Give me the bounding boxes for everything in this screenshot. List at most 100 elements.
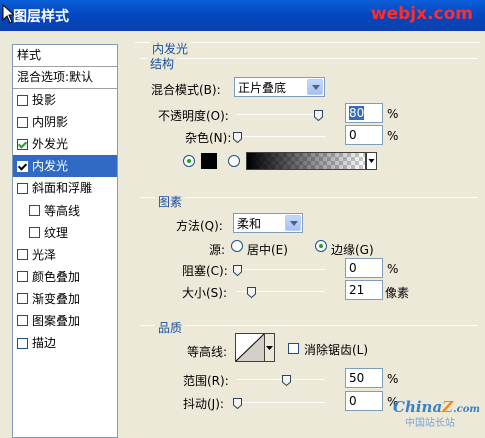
source-edge-radio[interactable]	[315, 240, 327, 252]
style-item[interactable]: 等高线	[13, 199, 117, 221]
choke-unit: %	[387, 262, 399, 276]
style-item-label: 纹理	[44, 225, 69, 240]
logo-sub: 中国站长站	[405, 418, 455, 429]
noise-slider-thumb[interactable]	[233, 132, 242, 143]
noise-unit: %	[387, 129, 399, 143]
style-item[interactable]: 光泽	[13, 244, 117, 266]
style-item[interactable]: 纹理	[13, 222, 117, 244]
style-item-label: 光泽	[32, 247, 57, 262]
noise-input[interactable]: 0	[345, 125, 383, 145]
size-unit: 像素	[385, 286, 410, 300]
opacity-slider-thumb[interactable]	[314, 110, 323, 121]
gradient-mode-radio[interactable]	[228, 155, 240, 167]
style-checkbox[interactable]	[17, 337, 28, 349]
style-item-label: 投影	[32, 93, 57, 108]
china-z-logo: ChinaZ.com 中国站长站	[393, 398, 480, 429]
style-checkbox[interactable]	[17, 160, 28, 172]
range-unit: %	[387, 372, 399, 386]
style-list-header[interactable]: 样式	[13, 45, 117, 67]
source-center-radio[interactable]	[231, 240, 243, 252]
contour-label: 等高线:	[187, 345, 228, 359]
style-item[interactable]: 内阴影	[13, 111, 117, 133]
color-mode-radio[interactable]	[183, 155, 195, 167]
style-checkbox[interactable]	[17, 315, 28, 327]
size-slider-thumb[interactable]	[247, 287, 256, 298]
contour-preview[interactable]	[235, 333, 265, 362]
choke-input[interactable]: 0	[345, 258, 383, 278]
style-checkbox[interactable]	[17, 182, 28, 194]
style-item-label: 内发光	[32, 159, 69, 174]
opacity-input[interactable]: 80	[345, 103, 383, 123]
style-item[interactable]: 图案叠加	[13, 310, 117, 332]
jitter-slider-thumb[interactable]	[233, 398, 242, 409]
structure-separator	[140, 58, 478, 59]
style-item-label: 颜色叠加	[32, 269, 81, 284]
window-title: 图层样式	[13, 9, 69, 25]
contour-dropdown[interactable]	[265, 333, 275, 362]
style-item-label: 图案叠加	[32, 313, 81, 328]
choke-slider-track	[237, 269, 325, 270]
noise-slider-track	[237, 136, 325, 137]
style-item-label: 渐变叠加	[32, 291, 81, 306]
title-bar: 图层样式 webjx.com	[0, 0, 485, 31]
style-checkbox[interactable]	[29, 227, 40, 239]
size-label: 大小(S):	[182, 286, 228, 300]
style-checkbox[interactable]	[17, 249, 28, 261]
antialias-label[interactable]: 消除锯齿(L)	[304, 341, 368, 358]
quality-separator	[140, 325, 478, 326]
style-checkbox[interactable]	[17, 94, 28, 106]
source-center-label[interactable]: 居中(E)	[247, 241, 288, 258]
method-value: 柔和	[237, 216, 262, 231]
style-checkbox[interactable]	[29, 205, 40, 217]
method-select[interactable]: 柔和	[233, 213, 303, 233]
chevron-down-icon	[266, 346, 273, 350]
style-list: 样式 混合选项:默认 投影内阴影外发光内发光斜面和浮雕等高线纹理光泽颜色叠加渐变…	[12, 44, 118, 438]
style-item-label: 斜面和浮雕	[32, 181, 93, 196]
jitter-input[interactable]: 0	[345, 391, 383, 411]
jitter-label: 抖动(J):	[183, 397, 224, 411]
range-label: 范围(R):	[183, 374, 229, 388]
opacity-unit: %	[387, 107, 399, 121]
elements-title: 图素	[155, 193, 186, 210]
size-input[interactable]: 21	[345, 280, 383, 300]
structure-title: 结构	[147, 55, 178, 72]
glow-color-swatch[interactable]	[201, 153, 217, 169]
style-item[interactable]: 描边	[13, 332, 117, 354]
style-item[interactable]: 内发光	[13, 155, 117, 178]
style-item[interactable]: 斜面和浮雕	[13, 177, 117, 199]
range-slider-thumb[interactable]	[282, 375, 291, 386]
source-edge-label[interactable]: 边缘(G)	[331, 241, 374, 258]
range-slider-track	[237, 379, 325, 380]
blend-options-item[interactable]: 混合选项:默认	[13, 67, 117, 89]
chevron-down-icon	[285, 215, 301, 231]
jitter-slider-track	[237, 402, 325, 403]
noise-label: 杂色(N):	[185, 131, 232, 145]
method-label: 方法(Q):	[176, 219, 223, 233]
style-item[interactable]: 投影	[13, 89, 117, 111]
blend-mode-select[interactable]: 正片叠底	[234, 77, 325, 97]
style-checkbox[interactable]	[17, 138, 28, 150]
gradient-dropdown[interactable]	[366, 152, 377, 170]
style-item-label: 内阴影	[32, 115, 69, 130]
style-checkbox[interactable]	[17, 116, 28, 128]
antialias-checkbox[interactable]	[288, 343, 299, 354]
source-label: 源:	[209, 243, 226, 257]
elements-separator	[140, 197, 478, 198]
gradient-picker[interactable]	[246, 152, 377, 170]
style-item[interactable]: 外发光	[13, 133, 117, 155]
style-checkbox[interactable]	[17, 293, 28, 305]
quality-title: 品质	[155, 319, 186, 336]
inner-glow-panel: 内发光 结构 混合模式(B): 正片叠底 不透明度(O): 80 % 杂色(N)…	[125, 31, 485, 438]
choke-slider-thumb[interactable]	[233, 265, 242, 276]
watermark-site: webjx.com	[370, 4, 473, 24]
style-item-label: 等高线	[44, 203, 81, 218]
chevron-down-icon	[368, 159, 375, 163]
style-checkbox[interactable]	[17, 271, 28, 283]
style-item-label: 外发光	[32, 137, 69, 152]
style-item[interactable]: 渐变叠加	[13, 288, 117, 310]
opacity-label: 不透明度(O):	[158, 109, 229, 123]
range-input[interactable]: 50	[345, 368, 383, 388]
opacity-slider-track	[237, 114, 325, 115]
choke-label: 阻塞(C):	[182, 264, 228, 278]
style-item[interactable]: 颜色叠加	[13, 266, 117, 288]
